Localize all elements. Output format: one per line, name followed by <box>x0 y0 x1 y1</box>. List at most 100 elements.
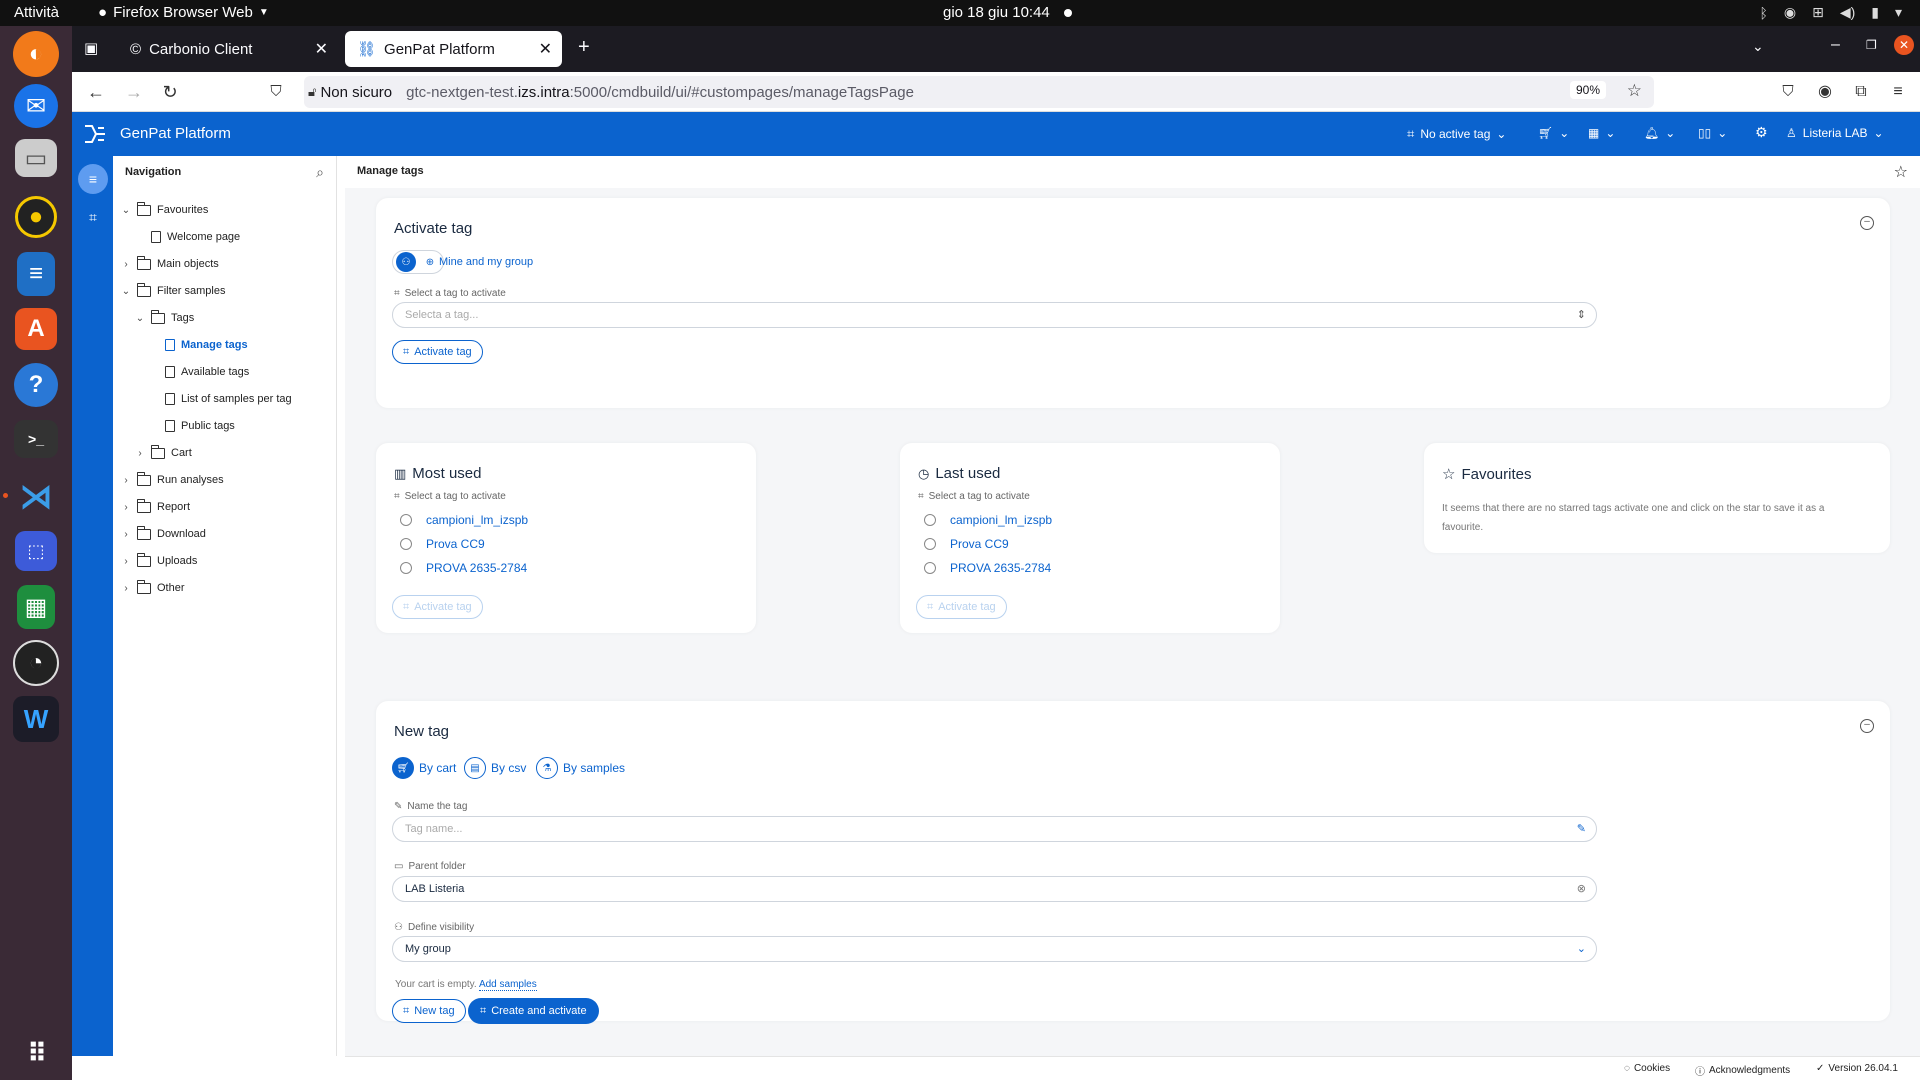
app-menu[interactable]: ● Firefox Browser Web ▼ <box>98 4 269 21</box>
system-tray[interactable]: ᛒ ◉ ⊞ ◀) ▮ ▾ <box>1759 4 1902 21</box>
scope-toggle[interactable]: ⚇ ⊕ <box>392 250 444 274</box>
menu-icon[interactable]: ≡ <box>1886 80 1910 104</box>
group-icon[interactable]: ⚇ <box>396 252 416 272</box>
chevron-right-icon[interactable]: › <box>121 583 131 594</box>
sidebar-item[interactable]: › Download <box>121 525 206 543</box>
sidebar-item[interactable]: Public tags <box>149 417 235 435</box>
thunderbird-dock-icon[interactable]: ✉ <box>14 84 58 128</box>
active-tag-menu[interactable]: ⌗ No active tag ⌄ <box>1407 126 1506 142</box>
chevron-right-icon[interactable]: › <box>121 475 131 486</box>
maximize-icon[interactable]: ❐ <box>1866 38 1877 52</box>
clock[interactable]: gio 18 giu 10:44 <box>943 4 1072 21</box>
tag-option[interactable]: campioni_lm_izspb <box>924 513 1052 527</box>
tag-option[interactable]: Prova CC9 <box>924 537 1009 551</box>
zoom-level[interactable]: 90% <box>1569 81 1606 99</box>
parent-folder-input[interactable]: LAB Listeria ⊗ <box>392 876 1597 902</box>
sidebar-item[interactable]: › Run analyses <box>121 471 224 489</box>
collapse-icon[interactable]: – <box>1860 216 1874 230</box>
chevron-down-icon[interactable]: ⌄ <box>121 286 131 297</box>
activate-tag-button[interactable]: ⌗ Activate tag <box>916 595 1007 619</box>
sidebar-item[interactable]: › Cart <box>135 444 192 462</box>
chevron-right-icon[interactable]: › <box>121 556 131 567</box>
notifications-menu[interactable]: 🔔︎ ⌄ <box>1644 126 1675 140</box>
tab-carbonio[interactable]: © Carbonio Client ✕ <box>118 31 338 67</box>
chevron-right-icon[interactable]: › <box>135 448 145 459</box>
forward-icon[interactable]: → <box>122 80 146 104</box>
account-icon[interactable]: ◉ <box>1813 80 1837 104</box>
sidebar-item[interactable]: ⌄ Tags <box>135 309 194 327</box>
new-tab-button[interactable]: + <box>578 36 590 59</box>
create-and-activate-button[interactable]: ⌗ Create and activate <box>468 998 599 1024</box>
tags-rail-button[interactable]: ⌗ <box>78 202 108 232</box>
tag-option[interactable]: campioni_lm_izspb <box>400 513 528 527</box>
sidebar-item[interactable]: ⌄ Favourites <box>121 201 208 219</box>
tab-genpat[interactable]: ⛓ GenPat Platform ✕ <box>345 31 562 67</box>
help-dock-icon[interactable]: ? <box>14 363 58 407</box>
cookies-link[interactable]: ◌ Cookies <box>1624 1063 1670 1074</box>
vscode-dock-icon[interactable]: ⋊ <box>11 472 61 522</box>
sidebar-item[interactable]: Available tags <box>149 363 249 381</box>
chevron-right-icon[interactable]: › <box>121 529 131 540</box>
tag-select[interactable]: Selecta a tag... ⇕ <box>392 302 1597 328</box>
chevron-down-icon[interactable]: ⌄ <box>121 205 131 216</box>
cart-menu[interactable]: 🛒︎ ⌄ <box>1538 126 1569 140</box>
tag-option[interactable]: PROVA 2635-2784 <box>400 561 527 575</box>
tag-option[interactable]: PROVA 2635-2784 <box>924 561 1051 575</box>
apps-menu[interactable]: ▦ ⌄ <box>1588 126 1615 140</box>
screenshot-dock-icon[interactable]: ⬚ <box>15 531 57 571</box>
tag-option[interactable]: Prova CC9 <box>400 537 485 551</box>
radio-button[interactable] <box>400 562 412 574</box>
tag-name-input[interactable]: Tag name... ✎ <box>392 816 1597 842</box>
clear-icon[interactable]: ⊗ <box>1577 882 1586 895</box>
new-tag-button[interactable]: ⌗ New tag <box>392 999 466 1023</box>
chevron-right-icon[interactable]: › <box>121 259 131 270</box>
menu-toggle-button[interactable]: ≡ <box>78 164 108 194</box>
chevron-down-icon[interactable]: ⌄ <box>135 313 145 324</box>
radio-button[interactable] <box>924 562 936 574</box>
firefox-dock-icon[interactable]: ◐ <box>13 31 59 77</box>
activate-tag-button[interactable]: ⌗ Activate tag <box>392 595 483 619</box>
list-all-tabs-icon[interactable]: ⌄ <box>1752 38 1764 55</box>
radio-button[interactable] <box>924 538 936 550</box>
radio-button[interactable] <box>400 538 412 550</box>
sidebar-item[interactable]: › Uploads <box>121 552 197 570</box>
minimize-icon[interactable]: – <box>1831 36 1840 54</box>
user-menu[interactable]: ♙ Listeria LAB ⌄ <box>1786 126 1884 140</box>
add-samples-link[interactable]: Add samples <box>478 979 537 991</box>
acknowledgments-link[interactable]: ⓘ Acknowledgments <box>1695 1063 1790 1078</box>
url-text[interactable]: gtc-nextgen-test.izs.intra:5000/cmdbuild… <box>406 84 914 101</box>
pocket-icon[interactable]: ⛉ <box>1776 80 1800 104</box>
obs-dock-icon[interactable]: ◔ <box>13 640 59 686</box>
mode-by-csv[interactable]: ▤ By csv <box>464 757 526 779</box>
calc-dock-icon[interactable]: ▦ <box>17 585 55 629</box>
sidebar-item[interactable]: › Other <box>121 579 185 597</box>
app-center-dock-icon[interactable]: A <box>15 308 57 350</box>
visibility-select[interactable]: My group ⌄ <box>392 936 1597 962</box>
close-tab-icon[interactable]: ✕ <box>539 39 552 59</box>
mode-by-samples[interactable]: ⚗ By samples <box>536 757 625 779</box>
radio-button[interactable] <box>400 514 412 526</box>
webex-dock-icon[interactable]: W <box>13 696 59 742</box>
writer-dock-icon[interactable]: ≡ <box>17 252 55 296</box>
tab-overview-icon[interactable]: ▣ <box>84 39 98 57</box>
close-window-icon[interactable]: ✕ <box>1894 35 1914 55</box>
close-tab-icon[interactable]: ✕ <box>315 39 328 59</box>
activate-tag-button[interactable]: ⌗ Activate tag <box>392 340 483 364</box>
sidebar-item[interactable]: › Main objects <box>121 255 219 273</box>
bookmark-star-icon[interactable]: ☆ <box>1627 81 1642 101</box>
docs-menu[interactable]: ▯▯ ⌄ <box>1698 126 1727 140</box>
favourite-star-icon[interactable]: ☆ <box>1894 162 1908 182</box>
files-dock-icon[interactable]: ▭ <box>15 139 57 177</box>
mode-by-cart[interactable]: 🛒︎ By cart <box>392 757 456 779</box>
rhythmbox-dock-icon[interactable]: ● <box>15 196 57 238</box>
terminal-dock-icon[interactable]: >_ <box>14 420 58 458</box>
sidebar-item[interactable]: Welcome page <box>135 228 240 246</box>
collapse-icon[interactable]: – <box>1860 719 1874 733</box>
chevron-right-icon[interactable]: › <box>121 502 131 513</box>
activities-button[interactable]: Attività <box>14 4 59 21</box>
sidebar-item[interactable]: › Report <box>121 498 190 516</box>
app-grid-icon[interactable]: ⠿ <box>11 1028 61 1078</box>
sidebar-item[interactable]: List of samples per tag <box>149 390 292 408</box>
tracking-protection-icon[interactable]: ⛉ <box>264 80 288 104</box>
settings-button[interactable]: ⚙ <box>1755 124 1768 141</box>
